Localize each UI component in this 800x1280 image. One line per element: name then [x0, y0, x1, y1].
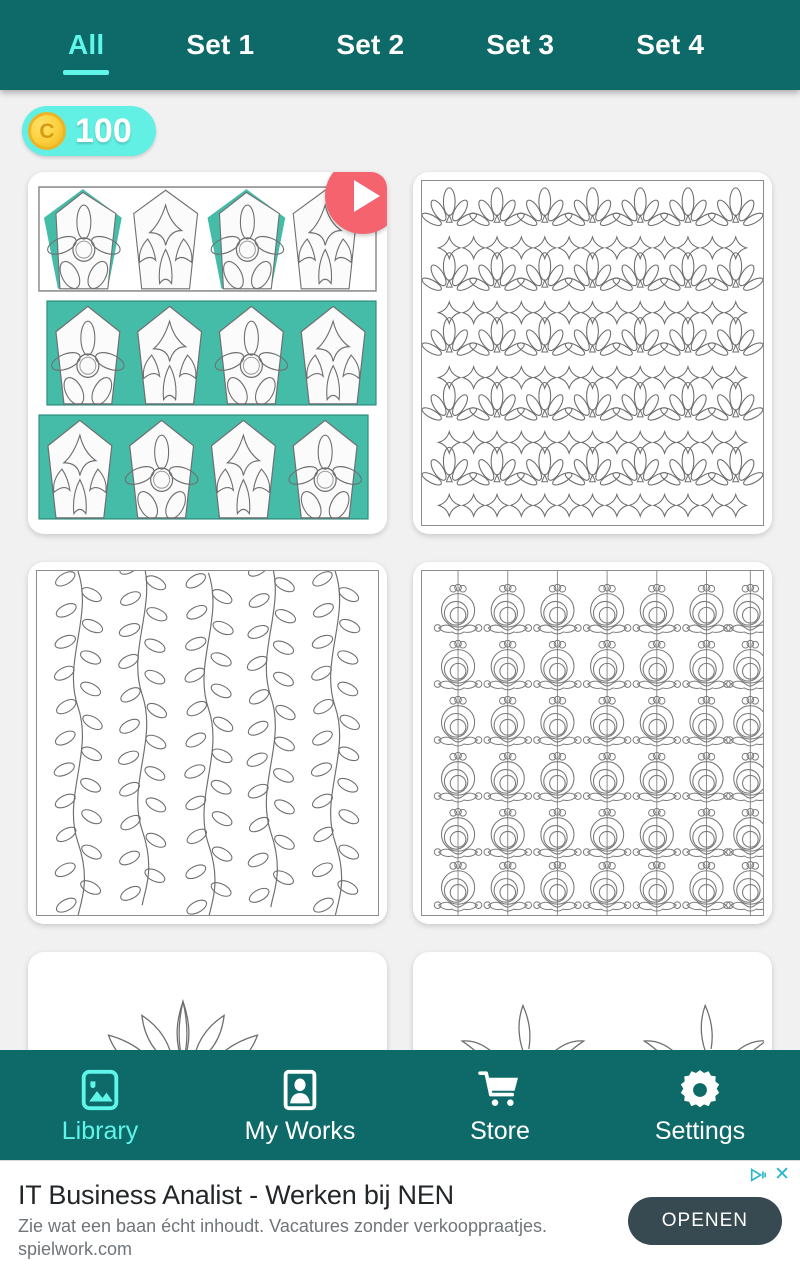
ad-close-icon[interactable]: ✕ [774, 1165, 790, 1184]
adchoices-icon[interactable] [749, 1166, 767, 1184]
nav-item-settings[interactable]: Settings [600, 1067, 800, 1144]
app-root: All Set 1 Set 2 Set 3 Set 4 C 100 Librar… [0, 0, 800, 1280]
nav-label-store: Store [470, 1116, 530, 1145]
cart-icon [478, 1070, 519, 1106]
tab-all[interactable]: All [62, 28, 110, 75]
nav-label-library: Library [61, 1116, 139, 1145]
pattern-card-leafy-vine[interactable] [28, 562, 387, 924]
coin-count: 100 [75, 112, 132, 150]
tab-set-1[interactable]: Set 1 [180, 28, 260, 62]
leafy-vine-pattern [37, 571, 378, 915]
tab-set-4[interactable]: Set 4 [630, 28, 710, 62]
ad-title: IT Business Analist - Werken bij NEN [18, 1180, 454, 1211]
pentagon-row-3 [38, 410, 377, 524]
gear-icon [680, 1069, 720, 1107]
pattern-card-pentagon-floral[interactable] [28, 172, 387, 534]
ad-open-button[interactable]: OPENEN [627, 1196, 782, 1245]
palmette-diamond-pattern [422, 181, 763, 525]
nav-label-settings: Settings [654, 1116, 746, 1145]
circle-rosette-pattern [422, 571, 763, 915]
coin-badge[interactable]: C 100 [22, 106, 156, 156]
pattern-card-circle-rosette[interactable] [413, 562, 772, 924]
tab-set-2[interactable]: Set 2 [330, 28, 410, 62]
tab-set-3[interactable]: Set 3 [480, 28, 560, 62]
nav-item-library[interactable]: Library [0, 1067, 200, 1144]
ad-subtitle: Zie wat een baan écht inhoudt. Vacatures… [18, 1215, 547, 1236]
ad-banner[interactable]: ✕ IT Business Analist - Werken bij NEN Z… [0, 1160, 800, 1280]
ad-text-block: IT Business Analist - Werken bij NEN Zie… [18, 1180, 628, 1260]
coin-icon: C [28, 112, 66, 150]
top-tab-bar: All Set 1 Set 2 Set 3 Set 4 [0, 0, 800, 90]
pentagon-row-2 [38, 296, 377, 410]
image-icon [81, 1069, 119, 1110]
pattern-card-palmette-diamond[interactable] [413, 172, 772, 534]
bottom-navigation-bar: Library My Works Store Settings [0, 1050, 800, 1160]
nav-label-my-works: My Works [244, 1116, 356, 1145]
nav-item-my-works[interactable]: My Works [200, 1067, 400, 1144]
person-icon [283, 1069, 317, 1110]
adchoices-group[interactable]: ✕ [749, 1165, 790, 1184]
ad-url: spielwork.com [18, 1238, 133, 1259]
nav-item-store[interactable]: Store [400, 1067, 600, 1144]
